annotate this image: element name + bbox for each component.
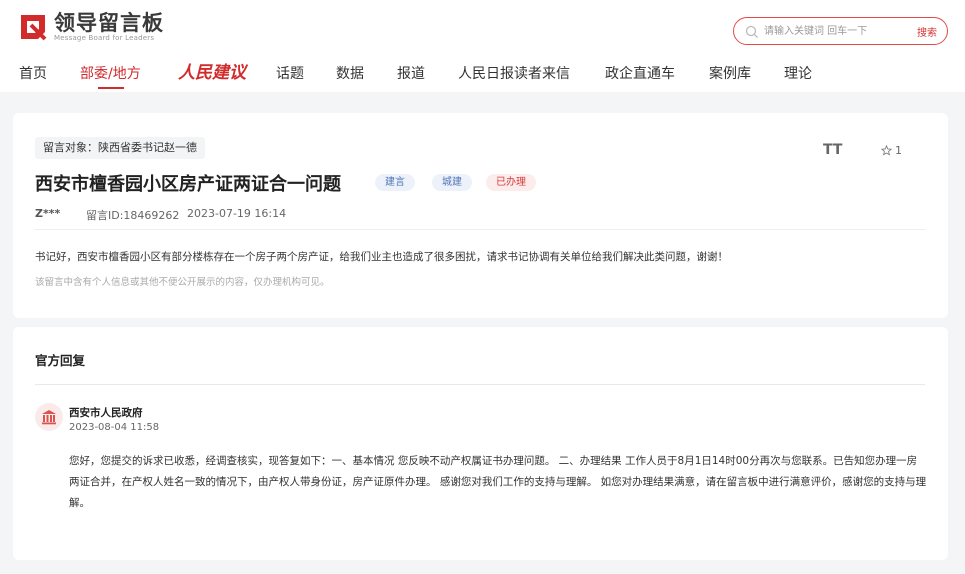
government-building-icon <box>35 403 63 431</box>
nav-item-reports[interactable]: 报道 <box>397 63 425 83</box>
site-header: 领导留言板 Message Board for Leaders 搜索 首页 部委… <box>0 0 965 92</box>
nav-item-ministries[interactable]: 部委/地方 <box>80 63 141 83</box>
nav-item-home[interactable]: 首页 <box>19 63 47 83</box>
message-datetime: 2023-07-19 16:14 <box>187 207 287 220</box>
star-icon <box>881 145 892 156</box>
nav-item-cases[interactable]: 案例库 <box>709 63 751 83</box>
nav-item-theory[interactable]: 理论 <box>784 63 812 83</box>
logo-icon <box>21 15 47 41</box>
reply-org-name: 西安市人民政府 <box>69 407 143 419</box>
nav-item-suggestions[interactable]: 人民建议 <box>178 58 246 83</box>
status-badge: 已办理 <box>486 174 536 191</box>
search-icon <box>745 25 758 38</box>
main-nav: 首页 部委/地方 人民建议 话题 数据 报道 人民日报读者来信 政企直通车 案例… <box>0 60 965 92</box>
reply-card: 官方回复 西安市人民政府 2023-08-04 11:58 您好，您提交的诉求已… <box>13 327 948 560</box>
reply-datetime: 2023-08-04 11:58 <box>69 422 160 433</box>
site-logo[interactable]: 领导留言板 Message Board for Leaders <box>18 10 164 44</box>
tag-category[interactable]: 建言 <box>375 174 415 191</box>
divider <box>35 384 925 385</box>
search-input[interactable] <box>764 22 904 40</box>
favorite-button[interactable]: 1 <box>881 144 902 157</box>
reply-heading: 官方回复 <box>35 353 86 368</box>
nav-item-data[interactable]: 数据 <box>336 63 364 83</box>
nav-item-topics[interactable]: 话题 <box>276 63 304 83</box>
divider <box>35 229 925 230</box>
tag-domain[interactable]: 城建 <box>432 174 472 191</box>
nav-item-enterprise[interactable]: 政企直通车 <box>605 63 675 83</box>
font-size-icon[interactable]: TT <box>823 142 842 158</box>
search-button[interactable]: 搜索 <box>917 24 937 39</box>
message-body: 书记好，西安市檀香园小区有部分楼栋存在一个房子两个房产证，给我们业主也造成了很多… <box>35 251 728 263</box>
message-title: 西安市檀香园小区房产证两证合一问题 <box>35 174 341 195</box>
message-id: 留言ID:18469262 <box>86 209 180 222</box>
nav-active-indicator <box>98 87 124 89</box>
message-card: 留言对象：陕西省委书记赵一德 TT 1 西安市檀香园小区房产证两证合一问题 建言… <box>13 113 948 318</box>
message-author: Z*** <box>35 207 61 220</box>
reply-body: 您好，您提交的诉求已收悉，经调查核实，现答复如下：一、基本情况 您反映不动产权属… <box>69 455 927 509</box>
favorite-count: 1 <box>895 144 902 157</box>
nav-item-reader-letters[interactable]: 人民日报读者来信 <box>458 63 570 83</box>
search-box: 搜索 <box>733 17 948 45</box>
logo-title: 领导留言板 <box>54 10 164 35</box>
logo-subtitle: Message Board for Leaders <box>54 33 155 42</box>
privacy-notice: 该留言中含有个人信息或其他不便公开展示的内容，仅办理机构可见。 <box>35 277 330 288</box>
message-target: 留言对象：陕西省委书记赵一德 <box>35 137 205 159</box>
